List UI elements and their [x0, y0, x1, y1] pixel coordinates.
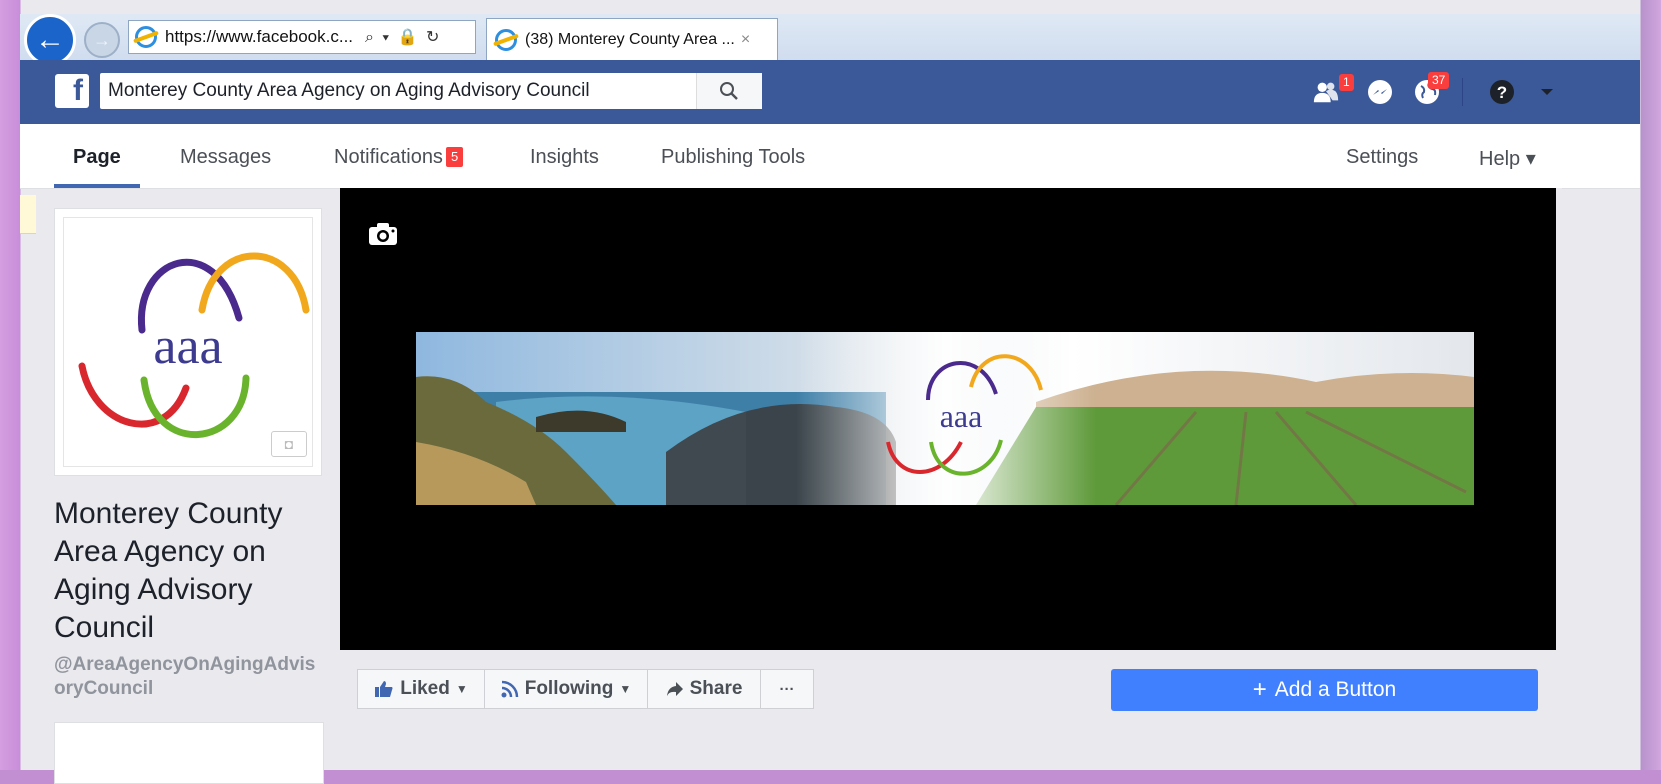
caret-down-icon	[1541, 89, 1553, 95]
thumbs-up-icon	[375, 681, 393, 697]
liked-button[interactable]: Liked ▼	[357, 669, 485, 709]
friends-icon	[1313, 82, 1339, 103]
messages-button[interactable]	[1366, 78, 1394, 106]
share-label: Share	[689, 678, 743, 699]
ie-icon	[495, 28, 517, 51]
friend-requests-badge: 1	[1339, 74, 1354, 91]
search-icon	[720, 82, 739, 100]
tab-close-icon[interactable]: ×	[741, 31, 750, 49]
tab-publishing-tools[interactable]: Publishing Tools	[661, 146, 805, 169]
arrow-right-icon: →	[93, 29, 111, 50]
search-button[interactable]	[695, 73, 762, 109]
caret-down-icon: ▼	[619, 682, 632, 696]
search-input[interactable]: Monterey County Area Agency on Aging Adv…	[100, 80, 696, 102]
tab-notifications[interactable]: Notifications 5	[334, 146, 464, 169]
notifications-badge: 37	[1428, 72, 1450, 89]
cover-banner-image: aaa	[416, 332, 1474, 505]
more-options-button[interactable]: ···	[760, 669, 814, 709]
address-bar[interactable]: https://www.facebook.c... ⌕ ▾ 🔒 ↻	[128, 20, 476, 54]
liked-label: Liked	[400, 678, 450, 699]
caret-down-icon: ▼	[455, 682, 468, 696]
address-tools[interactable]: ⌕ ▾ 🔒 ↻	[365, 27, 441, 47]
tab-page[interactable]: Page	[73, 146, 121, 169]
tab-messages[interactable]: Messages	[180, 146, 271, 169]
search-bar[interactable]: Monterey County Area Agency on Aging Adv…	[100, 73, 762, 109]
page-title: Monterey County Area Agency on Aging Adv…	[54, 497, 283, 644]
plus-icon: +	[1252, 676, 1267, 703]
tab-settings[interactable]: Settings	[1346, 146, 1418, 169]
profile-logo-text: aaa	[153, 318, 222, 375]
address-url: https://www.facebook.c...	[165, 27, 354, 46]
coast-and-fields-image: aaa	[416, 332, 1474, 505]
forward-button[interactable]: →	[84, 22, 120, 58]
profile-picture[interactable]: aaa ◘	[54, 208, 322, 476]
tab-page-underline	[54, 184, 140, 188]
cover-logo-text: aaa	[940, 398, 983, 434]
messenger-icon	[1368, 80, 1392, 104]
header-divider	[1462, 78, 1463, 106]
rss-icon	[501, 680, 518, 698]
share-button[interactable]: Share	[647, 669, 761, 709]
share-arrow-icon	[666, 682, 683, 696]
browser-tab-active[interactable]: (38) Monterey County Area ... ×	[486, 18, 778, 60]
ie-icon	[135, 26, 157, 48]
facebook-logo[interactable]: f	[55, 74, 89, 108]
back-button[interactable]: ←	[24, 14, 76, 66]
help-button[interactable]: ?	[1488, 78, 1516, 106]
sidebar-card	[54, 722, 324, 784]
camera-icon[interactable]: ◘	[271, 431, 307, 457]
scrollbar[interactable]	[1556, 188, 1562, 650]
tab-insights[interactable]: Insights	[530, 146, 599, 169]
aaa-logo: aaa	[78, 252, 310, 438]
following-button[interactable]: Following ▼	[484, 669, 648, 709]
question-icon: ?	[1490, 80, 1514, 104]
arrow-left-icon: ←	[35, 23, 65, 56]
profile-picture-frame: aaa	[63, 217, 313, 467]
tab-notifications-label: Notifications	[334, 146, 443, 168]
camera-icon	[369, 223, 397, 245]
tab-title: (38) Monterey County Area ...	[525, 30, 735, 48]
svg-text:?: ?	[1497, 83, 1507, 102]
friend-requests-button[interactable]	[1312, 78, 1340, 106]
following-label: Following	[524, 678, 614, 699]
page-username[interactable]: @AreaAgencyOnAgingAdvisoryCouncil	[54, 653, 324, 701]
cover-camera-button[interactable]	[368, 222, 398, 246]
account-menu-button[interactable]	[1536, 78, 1558, 106]
add-a-button-label: Add a Button	[1274, 678, 1397, 701]
info-strip	[20, 195, 36, 234]
more-icon: ···	[779, 680, 795, 698]
add-a-button[interactable]: + Add a Button	[1111, 669, 1538, 711]
tab-help[interactable]: Help ▾	[1479, 146, 1536, 171]
notifications-count-badge: 5	[445, 147, 464, 167]
